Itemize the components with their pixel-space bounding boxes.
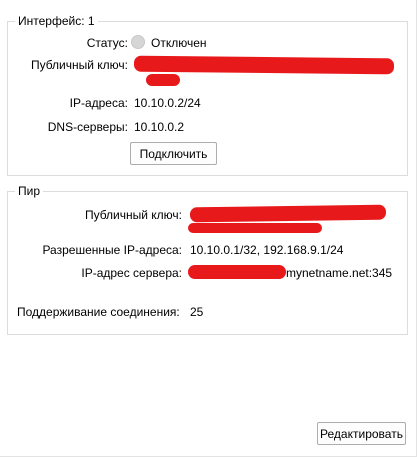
dns-servers-label: DNS-серверы: — [47, 120, 128, 134]
keepalive-value: 25 — [190, 305, 204, 319]
keepalive-label: Поддерживание соединения: — [17, 305, 180, 319]
ip-address-label: IP-адреса: — [69, 96, 128, 110]
server-endpoint-visible: mynetname.net:345 — [286, 266, 393, 280]
interface-group: Интерфейс: 1 Статус: Отключен Публичный … — [7, 14, 408, 176]
interface-group-title: Интерфейс: 1 — [15, 14, 98, 28]
allowed-ips-value: 10.10.0.1/32, 192.168.9.1/24 — [190, 243, 344, 257]
status-indicator-icon — [131, 35, 145, 49]
dns-servers-value: 10.10.0.2 — [134, 120, 185, 134]
redaction-mark — [188, 223, 322, 233]
peer-group: Пир Публичный ключ: Разрешенные IP-адрес… — [7, 184, 408, 335]
status-label: Статус: — [86, 36, 128, 50]
allowed-ips-label: Разрешенные IP-адреса: — [42, 243, 182, 257]
redaction-mark — [189, 204, 387, 223]
peer-public-key-label: Публичный ключ: — [84, 208, 182, 222]
ip-address-value: 10.10.0.2/24 — [134, 96, 201, 110]
redaction-mark — [146, 74, 180, 86]
redaction-mark — [188, 265, 286, 279]
edit-button[interactable]: Редактировать — [317, 422, 406, 445]
tunnel-details-panel: Интерфейс: 1 Статус: Отключен Публичный … — [0, 0, 417, 457]
interface-public-key-label: Публичный ключ: — [30, 58, 128, 72]
redaction-mark — [133, 55, 395, 75]
status-value: Отключен — [151, 36, 207, 50]
connect-button[interactable]: Подключить — [130, 142, 217, 165]
peer-group-title: Пир — [15, 184, 44, 198]
server-endpoint-label: IP-адрес сервера: — [81, 266, 182, 280]
